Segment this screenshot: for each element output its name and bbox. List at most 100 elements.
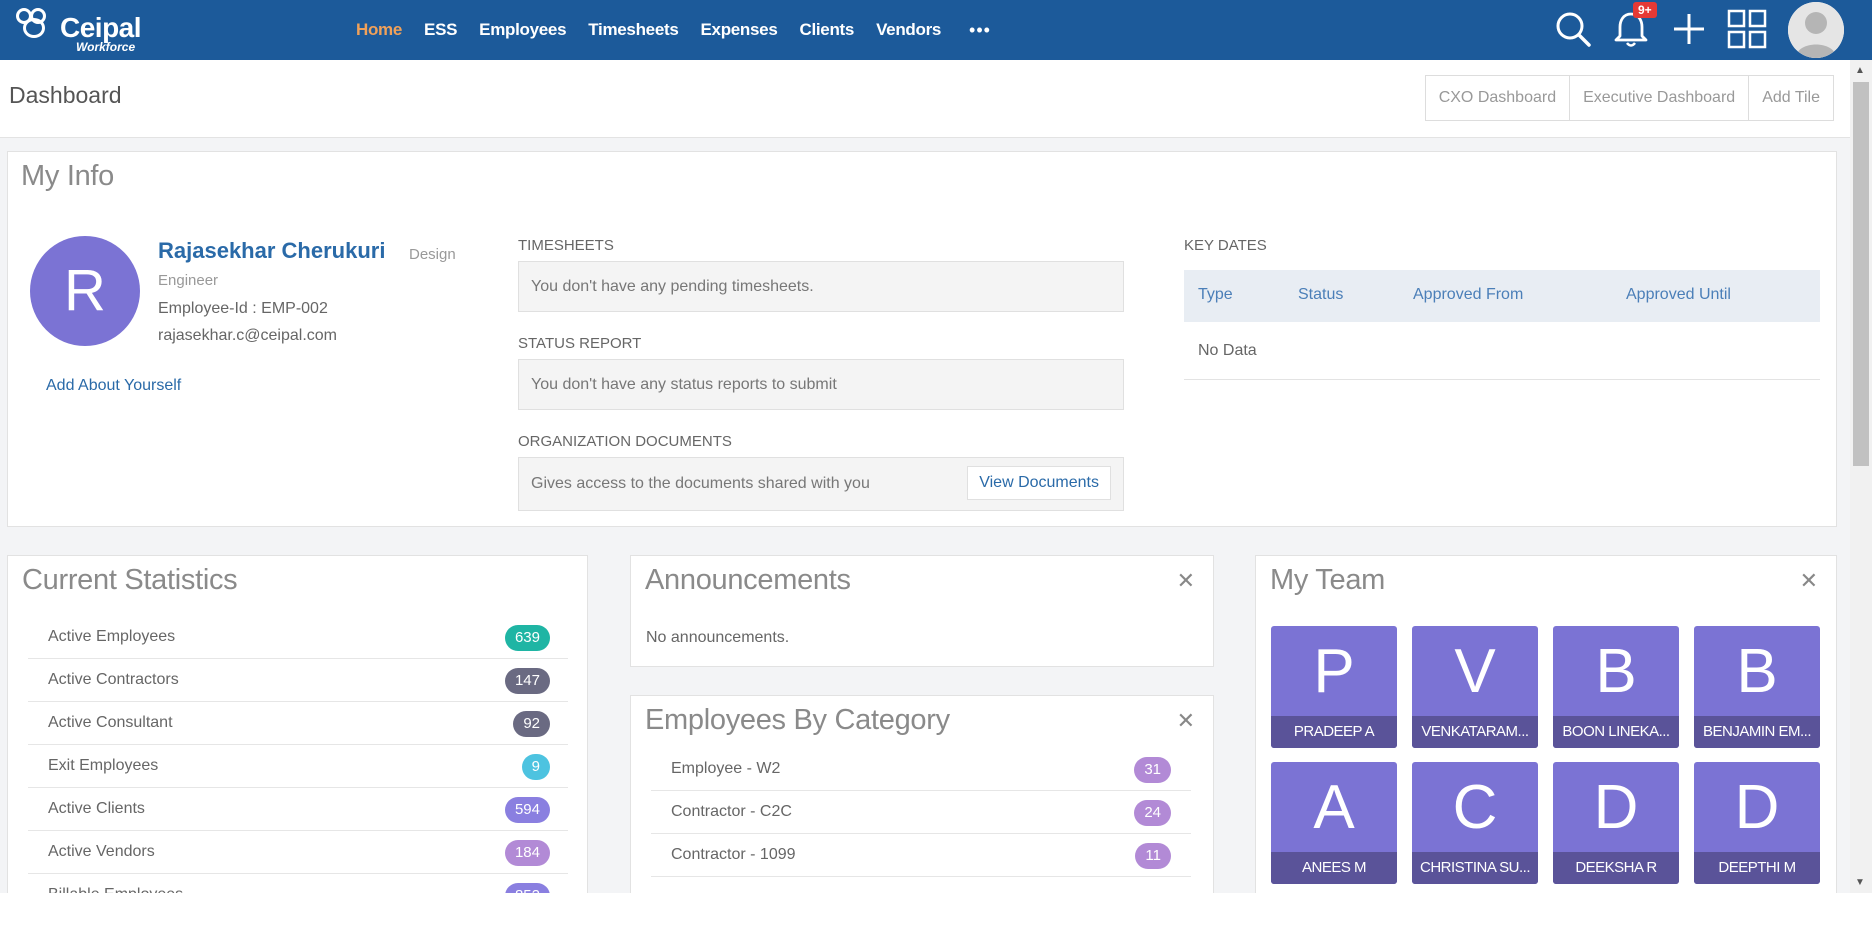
close-icon[interactable]: ✕ <box>1177 708 1195 734</box>
team-member-name: ANEES M <box>1271 852 1397 884</box>
logo-ring-icon <box>23 18 45 38</box>
stat-label: Active Consultant <box>48 714 173 731</box>
grid-icon[interactable] <box>1724 6 1770 52</box>
stat-row[interactable]: Active Consultant 92 <box>28 702 568 745</box>
category-count-badge[interactable]: 11 <box>1135 843 1171 869</box>
status-report-box: You don't have any status reports to sub… <box>518 359 1124 410</box>
user-designation: Design <box>409 246 456 263</box>
executive-dashboard-button[interactable]: Executive Dashboard <box>1569 75 1750 121</box>
stat-count-badge[interactable]: 852 <box>504 883 550 893</box>
team-member-initial: B <box>1595 637 1637 706</box>
announcements-panel: Announcements ✕ No announcements. <box>630 555 1214 667</box>
team-member-tile[interactable]: C CHRISTINA SU... <box>1412 762 1538 884</box>
divider <box>1184 379 1820 380</box>
team-member-initial: C <box>1452 773 1498 842</box>
status-report-text: You don't have any status reports to sub… <box>531 376 837 393</box>
team-member-initial: B <box>1736 637 1778 706</box>
team-member-initial: P <box>1313 637 1355 706</box>
category-row[interactable]: Employee - W2 31 <box>651 748 1191 791</box>
category-label: Contractor - 1099 <box>671 846 796 863</box>
plus-icon[interactable] <box>1666 6 1712 52</box>
timesheets-label: TIMESHEETS <box>518 237 614 254</box>
blank-area <box>0 893 1872 937</box>
add-about-link[interactable]: Add About Yourself <box>46 377 181 395</box>
kd-col-type[interactable]: Type <box>1198 286 1233 304</box>
category-row[interactable]: Contractor - 1099 11 <box>651 834 1191 877</box>
org-docs-box: Gives access to the documents shared wit… <box>518 457 1124 511</box>
stat-row[interactable]: Billable Employees 852 <box>28 874 568 893</box>
team-member-name: CHRISTINA SU... <box>1412 852 1538 884</box>
nav-home[interactable]: Home <box>356 20 402 40</box>
profile-avatar[interactable]: R <box>30 236 140 346</box>
team-member-name: BOON LINEKA... <box>1553 716 1679 748</box>
nav-more-icon[interactable]: ••• <box>969 20 991 41</box>
stat-count-badge[interactable]: 9 <box>521 754 550 780</box>
page-title: Dashboard <box>9 82 122 108</box>
team-member-tile[interactable]: D DEEPTHI M <box>1694 762 1820 884</box>
category-label: Contractor - C2C <box>671 803 792 820</box>
close-icon[interactable]: ✕ <box>1177 568 1195 594</box>
scrollbar-thumb[interactable] <box>1853 82 1869 466</box>
employees-by-category-panel: Employees By Category ✕ Employee - W2 31 C… <box>630 695 1214 893</box>
announcements-title: Announcements <box>645 564 851 596</box>
scroll-down-icon[interactable]: ▼ <box>1855 877 1865 888</box>
ceipal-logo[interactable]: Ceipal Workforce <box>16 4 146 54</box>
my-info-title: My Info <box>21 160 114 192</box>
current-statistics-panel: Current Statistics Active Employees 639 Ac… <box>7 555 588 893</box>
kd-col-approved-from[interactable]: Approved From <box>1413 286 1523 304</box>
kd-col-status[interactable]: Status <box>1298 286 1343 304</box>
page-header: Dashboard CXO Dashboard Executive Dashbo… <box>0 60 1850 138</box>
team-member-name: DEEPTHI M <box>1694 852 1820 884</box>
view-documents-button[interactable]: View Documents <box>967 466 1111 500</box>
category-count-badge[interactable]: 31 <box>1134 757 1171 783</box>
category-row[interactable]: Contractor - C2C 24 <box>651 791 1191 834</box>
org-docs-label: ORGANIZATION DOCUMENTS <box>518 433 732 450</box>
nav-employees[interactable]: Employees <box>479 20 566 40</box>
team-member-tile[interactable]: B BOON LINEKA... <box>1553 626 1679 748</box>
team-member-tile[interactable]: B BENJAMIN EM... <box>1694 626 1820 748</box>
stat-label: Exit Employees <box>48 757 159 774</box>
stat-row[interactable]: Active Vendors 184 <box>28 831 568 874</box>
team-title: My Team <box>1270 564 1386 596</box>
nav-expenses[interactable]: Expenses <box>701 20 778 40</box>
stat-row[interactable]: Exit Employees 9 <box>28 745 568 788</box>
team-member-tile[interactable]: V VENKATARAM... <box>1412 626 1538 748</box>
stat-row[interactable]: Active Contractors 147 <box>28 659 568 702</box>
team-member-tile[interactable]: P PRADEEP A <box>1271 626 1397 748</box>
stat-count-badge[interactable]: 184 <box>504 840 550 866</box>
user-silhouette-icon <box>1788 2 1844 58</box>
nav-vendors[interactable]: Vendors <box>876 20 941 40</box>
key-dates-label: KEY DATES <box>1184 237 1267 254</box>
stat-count-badge[interactable]: 594 <box>504 797 550 823</box>
kd-col-approved-until[interactable]: Approved Until <box>1626 286 1731 304</box>
stat-count-badge[interactable]: 92 <box>513 711 550 737</box>
category-count-badge[interactable]: 24 <box>1134 800 1171 826</box>
search-icon[interactable] <box>1550 6 1596 52</box>
user-name[interactable]: Rajasekhar Cherukuri <box>158 238 385 264</box>
stat-row[interactable]: Active Employees 639 <box>28 616 568 659</box>
nav-timesheets[interactable]: Timesheets <box>588 20 679 40</box>
add-tile-button[interactable]: Add Tile <box>1748 75 1834 121</box>
top-navbar: Ceipal Workforce Home ESS Employees Time… <box>0 0 1872 60</box>
page-scrollbar[interactable]: ▲ ▼ <box>1850 60 1872 893</box>
brand-sub: Workforce <box>76 40 136 54</box>
main-nav: Home ESS Employees Timesheets Expenses C… <box>356 0 991 60</box>
user-designation-cont: Engineer <box>158 272 219 289</box>
team-member-tile[interactable]: D DEEKSHA R <box>1553 762 1679 884</box>
cxo-dashboard-button[interactable]: CXO Dashboard <box>1424 75 1571 121</box>
app-viewport: Ceipal Workforce Home ESS Employees Time… <box>0 0 1872 893</box>
scroll-up-icon[interactable]: ▲ <box>1855 65 1865 76</box>
timesheets-text: You don't have any pending timesheets. <box>531 278 814 295</box>
close-icon[interactable]: ✕ <box>1800 568 1818 594</box>
user-avatar[interactable] <box>1788 2 1844 58</box>
stat-label: Active Employees <box>48 628 176 645</box>
stat-row[interactable]: Active Clients 594 <box>28 788 568 831</box>
user-email: rajasekhar.c@ceipal.com <box>158 327 337 344</box>
key-dates-empty: No Data <box>1198 342 1257 359</box>
nav-ess[interactable]: ESS <box>424 20 457 40</box>
nav-clients[interactable]: Clients <box>799 20 854 40</box>
stat-count-badge[interactable]: 147 <box>504 668 550 694</box>
team-member-tile[interactable]: A ANEES M <box>1271 762 1397 884</box>
stat-count-badge[interactable]: 639 <box>504 625 550 651</box>
team-member-initial: D <box>1593 773 1639 842</box>
